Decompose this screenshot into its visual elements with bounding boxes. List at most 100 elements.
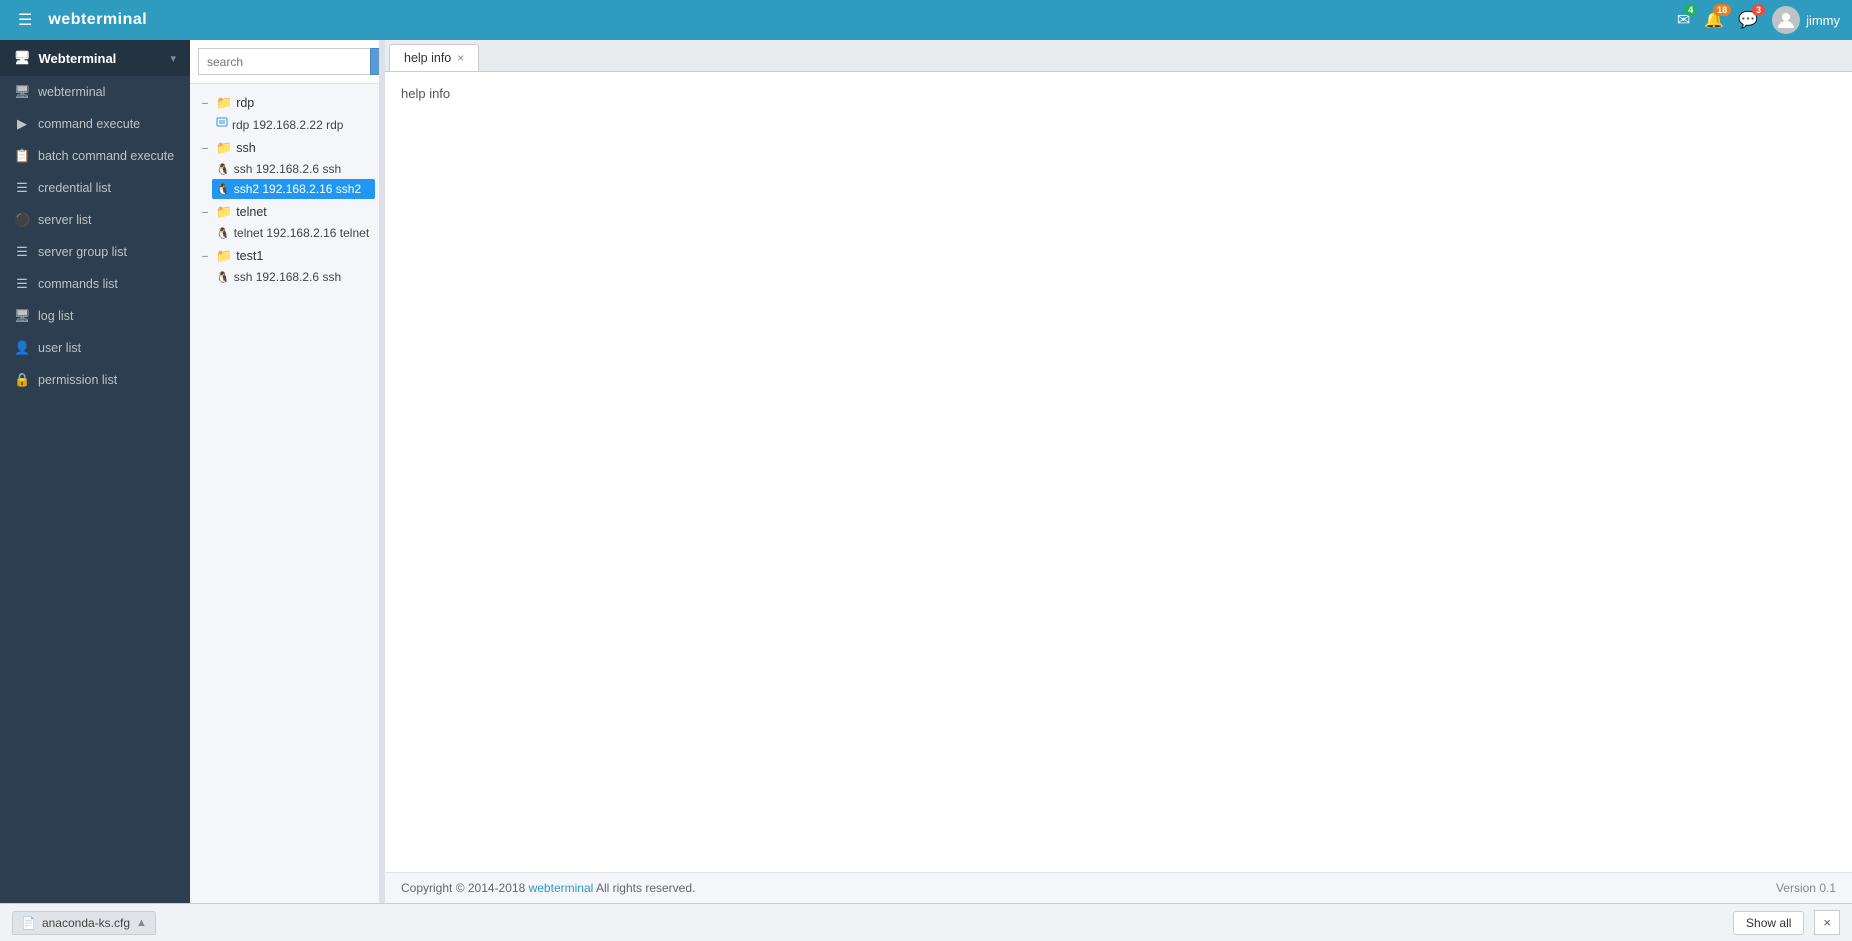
tree-item-test1-1[interactable]: 🐧 ssh 192.168.2.6 ssh — [212, 267, 375, 287]
sidebar-item-permission-list[interactable]: 🔒 permission list — [0, 364, 190, 396]
tabs-bar: help info × — [385, 40, 1852, 72]
search-button[interactable] — [370, 48, 380, 75]
copyright-text: Copyright © 2014-2018 — [401, 881, 529, 895]
rdp-icon — [216, 117, 228, 132]
footer-version: Version 0.1 — [1776, 881, 1836, 895]
tree-item-rdp-1[interactable]: rdp 192.168.2.22 rdp — [212, 114, 375, 135]
footer-brand-link[interactable]: webterminal — [529, 881, 594, 895]
show-all-button[interactable]: Show all — [1733, 911, 1804, 935]
tree-group-ssh: – 📁 ssh 🐧 ssh 192.168.2.6 ssh 🐧 ssh2 192… — [194, 137, 375, 199]
sidebar-item-command-execute[interactable]: ▶ command execute — [0, 108, 190, 140]
folder-icon: 📁 — [216, 204, 232, 220]
bottom-tab-close-icon[interactable]: ▲ — [136, 917, 147, 929]
tree-group-rdp: – 📁 rdp rdp 192.168.2.22 — [194, 92, 375, 135]
sidebar-item-log-list[interactable]: 🖥 log list — [0, 300, 190, 332]
server-icon: ⚫ — [14, 212, 30, 228]
tree-panel: – 📁 rdp rdp 192.168.2.22 — [190, 40, 380, 903]
sidebar-item-batch-command-execute[interactable]: 📋 batch command execute — [0, 140, 190, 172]
tree-children-telnet: 🐧 telnet 192.168.2.16 telnet — [194, 223, 375, 243]
user-menu[interactable]: jimmy — [1772, 6, 1840, 34]
sidebar-item-webterminal[interactable]: 🖥 webterminal — [0, 76, 190, 108]
tab-content-help-info: help info — [385, 72, 1852, 872]
tree-group-label-test1: test1 — [236, 249, 263, 263]
version-label: Version — [1776, 881, 1816, 895]
footer: Copyright © 2014-2018 webterminal All ri… — [385, 872, 1852, 903]
bottom-bar-close-button[interactable]: × — [1814, 910, 1840, 935]
tree-group-header-telnet[interactable]: – 📁 telnet — [194, 201, 375, 223]
sidebar-item-label: permission list — [38, 373, 117, 387]
sidebar-header[interactable]: 🖥 Webterminal ▾ — [0, 40, 190, 76]
bell-badge: 18 — [1713, 4, 1731, 16]
sidebar-item-label: server group list — [38, 245, 127, 259]
sidebar-item-server-list[interactable]: ⚫ server list — [0, 204, 190, 236]
telnet-icon: 🐧 — [216, 227, 230, 240]
sidebar-item-label: commands list — [38, 277, 118, 291]
sidebar-item-label: log list — [38, 309, 73, 323]
tree-item-label: rdp 192.168.2.22 rdp — [232, 118, 343, 132]
ssh-icon: 🐧 — [216, 271, 230, 284]
tree-children-rdp: rdp 192.168.2.22 rdp — [194, 114, 375, 135]
folder-icon: 📁 — [216, 95, 232, 111]
chat-icon[interactable]: 💬 3 — [1738, 10, 1758, 30]
sidebar-item-commands-list[interactable]: ☰ commands list — [0, 268, 190, 300]
tree-content: – 📁 rdp rdp 192.168.2.22 — [190, 84, 379, 903]
tree-item-telnet-1[interactable]: 🐧 telnet 192.168.2.16 telnet — [212, 223, 375, 243]
user-icon: 👤 — [14, 340, 30, 356]
username: jimmy — [1806, 13, 1840, 28]
folder-icon: 📁 — [216, 248, 232, 264]
bottom-tab-label: anaconda-ks.cfg — [42, 916, 130, 930]
tree-toggle-telnet: – — [198, 207, 212, 218]
sidebar-item-user-list[interactable]: 👤 user list — [0, 332, 190, 364]
tree-toggle-test1: – — [198, 251, 212, 262]
tree-group-header-ssh[interactable]: – 📁 ssh — [194, 137, 375, 159]
sidebar: 🖥 Webterminal ▾ 🖥 webterminal ▶ command … — [0, 40, 190, 903]
server-group-icon: ☰ — [14, 244, 30, 260]
tree-children-test1: 🐧 ssh 192.168.2.6 ssh — [194, 267, 375, 287]
tab-help-info[interactable]: help info × — [389, 44, 479, 71]
tree-item-ssh-2[interactable]: 🐧 ssh2 192.168.2.16 ssh2 — [212, 179, 375, 199]
mail-badge: 4 — [1684, 4, 1697, 16]
ssh-icon: 🐧 — [216, 183, 230, 196]
tab-label: help info — [404, 51, 451, 65]
chat-badge: 3 — [1752, 4, 1765, 16]
main-container: 🖥 Webterminal ▾ 🖥 webterminal ▶ command … — [0, 40, 1852, 903]
sidebar-item-credential-list[interactable]: ☰ credential list — [0, 172, 190, 204]
webterminal-nav-icon: 🖥 — [14, 84, 30, 100]
tree-group-label-telnet: telnet — [236, 205, 267, 219]
file-icon: 📄 — [21, 916, 36, 930]
mail-icon[interactable]: ✉ 4 — [1677, 10, 1690, 30]
tree-item-ssh-1[interactable]: 🐧 ssh 192.168.2.6 ssh — [212, 159, 375, 179]
webterminal-icon: 🖥 — [14, 50, 31, 66]
tree-item-label: telnet 192.168.2.16 telnet — [234, 226, 369, 240]
sidebar-item-label: command execute — [38, 117, 140, 131]
navbar: ☰ webterminal ✉ 4 🔔 18 💬 3 jimmy — [0, 0, 1852, 40]
tab-close-button[interactable]: × — [457, 51, 464, 65]
tree-group-test1: – 📁 test1 🐧 ssh 192.168.2.6 ssh — [194, 245, 375, 287]
tree-group-label-rdp: rdp — [236, 96, 254, 110]
bell-icon[interactable]: 🔔 18 — [1704, 10, 1724, 30]
tree-toggle-rdp: – — [198, 98, 212, 109]
sidebar-item-label: user list — [38, 341, 81, 355]
tree-group-label-ssh: ssh — [236, 141, 255, 155]
sidebar-item-label: webterminal — [38, 85, 105, 99]
sidebar-item-server-group-list[interactable]: ☰ server group list — [0, 236, 190, 268]
tree-group-telnet: – 📁 telnet 🐧 telnet 192.168.2.16 telnet — [194, 201, 375, 243]
tree-toggle-ssh: – — [198, 143, 212, 154]
sidebar-item-label: credential list — [38, 181, 111, 195]
log-icon: 🖥 — [14, 308, 30, 324]
tree-group-header-rdp[interactable]: – 📁 rdp — [194, 92, 375, 114]
sidebar-toggle-button[interactable]: ☰ — [12, 6, 38, 34]
tree-group-header-test1[interactable]: – 📁 test1 — [194, 245, 375, 267]
search-input[interactable] — [198, 48, 370, 75]
commands-icon: ☰ — [14, 276, 30, 292]
sidebar-item-label: server list — [38, 213, 91, 227]
footer-copyright: Copyright © 2014-2018 webterminal All ri… — [401, 881, 695, 895]
tree-children-ssh: 🐧 ssh 192.168.2.6 ssh 🐧 ssh2 192.168.2.1… — [194, 159, 375, 199]
play-icon: ▶ — [14, 116, 30, 132]
lock-icon: 🔒 — [14, 372, 30, 388]
content-area: – 📁 rdp rdp 192.168.2.22 — [190, 40, 1852, 903]
app-brand: webterminal — [48, 11, 147, 29]
navbar-right: ✉ 4 🔔 18 💬 3 jimmy — [1677, 6, 1840, 34]
bottom-tab-file[interactable]: 📄 anaconda-ks.cfg ▲ — [12, 911, 156, 935]
tree-item-label: ssh2 192.168.2.16 ssh2 — [234, 182, 361, 196]
